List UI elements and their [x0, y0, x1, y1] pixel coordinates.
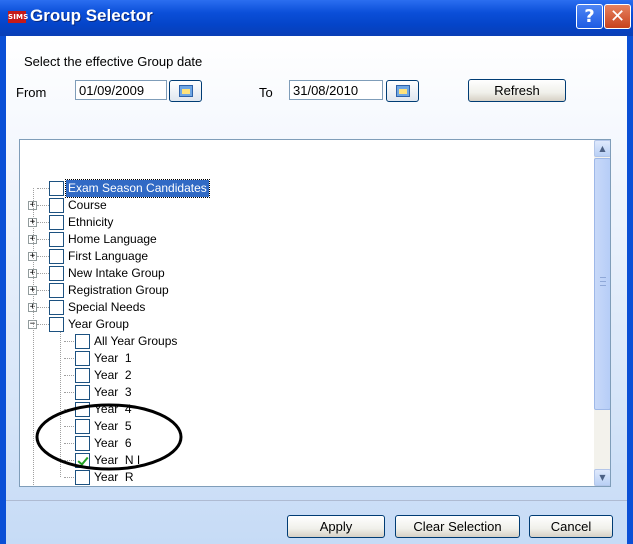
node-checkbox[interactable] [49, 181, 64, 196]
tree-node[interactable]: + Course [20, 197, 600, 214]
clear-selection-button[interactable]: Clear Selection [395, 515, 520, 538]
node-checkbox[interactable] [49, 317, 64, 332]
node-checkbox[interactable] [75, 385, 90, 400]
annotation-ellipse [35, 403, 183, 471]
footer-divider [6, 500, 627, 501]
tree-connector [37, 256, 49, 257]
tree-connector [37, 222, 49, 223]
tree-node[interactable]: + Ethnicity [20, 214, 600, 231]
sims-logo-icon: SIMS [8, 11, 29, 23]
node-label: Year 3 [94, 385, 132, 399]
node-label: Special Needs [68, 300, 146, 314]
tree-node[interactable]: + First Language [20, 248, 600, 265]
node-label: National Curriculum Year [66, 486, 203, 487]
tree-node[interactable]: − Year Group [20, 316, 600, 333]
apply-button[interactable]: Apply [287, 515, 385, 538]
tree-connector [37, 205, 49, 206]
node-label: Year 1 [94, 351, 132, 365]
tree-node[interactable]: + Special Needs [20, 299, 600, 316]
calendar-icon [396, 85, 410, 97]
node-label: Year 2 [94, 368, 132, 382]
tree-scrollbar[interactable]: ▲ ▼ [594, 140, 610, 486]
tree-node[interactable]: + Home Language [20, 231, 600, 248]
node-label: Home Language [68, 232, 157, 246]
tree-child-node[interactable]: All Year Groups [20, 333, 600, 350]
node-label: Registration Group [68, 283, 169, 297]
node-checkbox[interactable] [75, 351, 90, 366]
to-date-input[interactable] [289, 80, 383, 100]
node-label: New Intake Group [68, 266, 165, 280]
scroll-up-arrow-icon[interactable]: ▲ [594, 140, 610, 157]
title-bar[interactable]: SIMS Group Selector ? ✕ [0, 0, 633, 36]
node-checkbox[interactable] [49, 198, 64, 213]
node-checkbox[interactable] [49, 232, 64, 247]
to-calendar-button[interactable] [386, 80, 419, 102]
node-checkbox[interactable] [49, 283, 64, 298]
tree-node[interactable]: +National Curriculum Year [20, 486, 600, 487]
node-checkbox[interactable] [75, 334, 90, 349]
from-label: From [16, 85, 47, 100]
grip-icon [600, 277, 606, 286]
from-date-input[interactable] [75, 80, 167, 100]
scrollbar-thumb[interactable] [594, 158, 610, 410]
node-checkbox[interactable] [75, 470, 90, 485]
calendar-icon [179, 85, 193, 97]
tree-connector [37, 324, 49, 325]
node-label: First Language [68, 249, 149, 263]
group-selector-window: SIMS Group Selector ? ✕ Select the effec… [0, 0, 633, 544]
node-label: Year Group [68, 317, 129, 331]
window-title: Group Selector [30, 6, 153, 25]
tree-connector [37, 290, 49, 291]
node-checkbox[interactable] [49, 249, 64, 264]
tree-child-node[interactable]: Year 2 [20, 367, 600, 384]
date-caption: Select the effective Group date [24, 54, 203, 69]
window-border-right [627, 36, 633, 544]
tree-node[interactable]: + New Intake Group [20, 265, 600, 282]
node-label: Ethnicity [68, 215, 114, 229]
node-checkbox[interactable] [75, 368, 90, 383]
close-button[interactable]: ✕ [604, 4, 631, 29]
from-calendar-button[interactable] [169, 80, 202, 102]
to-label: To [259, 85, 273, 100]
refresh-button[interactable]: Refresh [468, 79, 566, 102]
tree-node[interactable]: Exam Season Candidates [20, 179, 600, 198]
tree-child-node[interactable]: Year 3 [20, 384, 600, 401]
node-label: Course [68, 198, 107, 212]
node-label: Exam Season Candidates [65, 179, 210, 198]
tree-connector [37, 307, 49, 308]
scroll-down-arrow-icon[interactable]: ▼ [594, 469, 610, 486]
node-checkbox[interactable] [49, 266, 64, 281]
tree-connector [37, 273, 49, 274]
node-checkbox[interactable] [49, 215, 64, 230]
cancel-button[interactable]: Cancel [529, 515, 613, 538]
tree-connector [37, 239, 49, 240]
node-label: All Year Groups [94, 334, 178, 348]
tree-node[interactable]: + Registration Group [20, 282, 600, 299]
help-button[interactable]: ? [576, 4, 603, 29]
tree-connector [37, 188, 49, 189]
node-checkbox[interactable] [49, 300, 64, 315]
tree-child-node[interactable]: Year 1 [20, 350, 600, 367]
